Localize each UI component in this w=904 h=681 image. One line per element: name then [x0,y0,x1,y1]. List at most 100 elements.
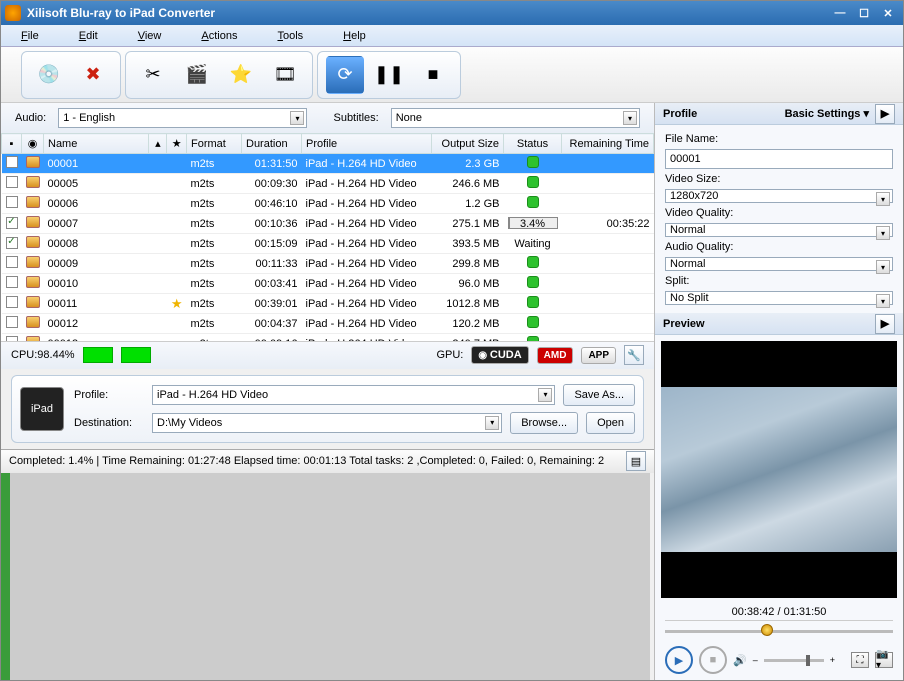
film-icon [26,296,40,308]
gpu-settings-button[interactable]: 🔧 [624,345,644,365]
col-star[interactable]: ★ [167,134,187,154]
pause-button[interactable]: ❚❚ [370,56,408,94]
log-button[interactable]: ▤ [626,451,646,471]
preview-seek-slider[interactable] [665,620,893,640]
preview-panel-title: Preview [663,318,705,330]
row-checkbox[interactable] [6,217,18,229]
volume-slider[interactable] [764,659,824,662]
destination-select[interactable]: D:\My Videos▾ [152,413,502,433]
table-row[interactable]: 00012m2ts00:04:37iPad - H.264 HD Video12… [2,314,654,334]
open-button[interactable]: Open [586,412,635,434]
stop-preview-button[interactable]: ■ [699,646,727,674]
split-select[interactable]: No Split▾ [665,291,893,305]
col-duration[interactable]: Duration [242,134,302,154]
volume-icon[interactable]: 🔊 [733,654,747,667]
load-disc-button[interactable]: 💿 [30,56,68,94]
video-quality-select[interactable]: Normal▾ [665,223,893,237]
star-icon: ★ [171,296,183,311]
cuda-badge: ◉ CUDA [471,346,528,364]
amd-badge: AMD [537,347,574,364]
status-text: Completed: 1.4% | Time Remaining: 01:27:… [9,455,604,467]
row-checkbox[interactable] [6,316,18,328]
menu-tools[interactable]: Tools [277,30,303,42]
save-as-button[interactable]: Save As... [563,384,635,406]
table-row[interactable]: 00007m2ts00:10:36iPad - H.264 HD Video27… [2,214,654,234]
film-icon [26,156,40,168]
preview-time: 00:38:42 / 01:31:50 [655,604,903,620]
audio-select[interactable]: 1 - English▾ [58,108,307,128]
table-row[interactable]: 00005m2ts00:09:30iPad - H.264 HD Video24… [2,174,654,194]
col-select-all[interactable]: ▪ [2,134,22,154]
destination-label: Destination: [74,417,144,429]
preview-expand-button[interactable]: ▶ [875,314,895,334]
file-name-label: File Name: [665,133,893,145]
subtitles-label: Subtitles: [333,112,382,124]
basic-settings-toggle[interactable]: Basic Settings ▾ [785,107,869,120]
overall-progress [1,473,650,681]
effects-button[interactable]: ⭐ [222,56,260,94]
snapshot-button[interactable]: 📷▾ [875,652,893,668]
row-checkbox[interactable] [6,276,18,288]
col-status[interactable]: Status [504,134,562,154]
table-row[interactable]: 00006m2ts00:46:10iPad - H.264 HD Video1.… [2,194,654,214]
table-row[interactable]: 00013m2ts00:09:16iPad - H.264 HD Video24… [2,334,654,341]
cut-button[interactable]: ✂ [134,56,172,94]
play-button[interactable]: ▶ [665,646,693,674]
app-badge: APP [581,347,616,364]
col-type[interactable]: ◉ [22,134,44,154]
audio-quality-label: Audio Quality: [665,241,893,253]
col-format[interactable]: Format [187,134,242,154]
row-checkbox[interactable] [6,296,18,308]
audio-quality-select[interactable]: Normal▾ [665,257,893,271]
file-name-input[interactable]: 00001 [665,149,893,169]
menu-file[interactable]: File [21,30,39,42]
split-label: Split: [665,275,893,287]
cpu-label: CPU:98.44% [11,349,75,361]
menu-edit[interactable]: Edit [79,30,98,42]
status-progress: 3.4% [508,217,558,229]
film-icon [26,276,40,288]
table-row[interactable]: 00010m2ts00:03:41iPad - H.264 HD Video96… [2,274,654,294]
ipad-icon: iPad [20,387,64,431]
row-checkbox[interactable] [6,256,18,268]
browse-button[interactable]: Browse... [510,412,578,434]
profile-expand-button[interactable]: ▶ [875,104,895,124]
table-row[interactable]: 00011★m2ts00:39:01iPad - H.264 HD Video1… [2,294,654,314]
row-checkbox[interactable] [6,156,18,168]
table-row[interactable]: 00009m2ts00:11:33iPad - H.264 HD Video29… [2,254,654,274]
col-name[interactable]: Name [44,134,149,154]
minimize-button[interactable]: — [829,4,851,22]
preview-video[interactable] [661,341,897,598]
fullscreen-button[interactable]: ⛶ [851,652,869,668]
status-ready-icon [527,196,539,208]
close-button[interactable]: ✕ [877,4,899,22]
row-checkbox[interactable] [6,196,18,208]
row-checkbox[interactable] [6,176,18,188]
maximize-button[interactable]: ☐ [853,4,875,22]
add-clip-button[interactable]: 🎞 [266,56,304,94]
menu-actions[interactable]: Actions [201,30,237,42]
col-sort[interactable]: ▴ [149,134,167,154]
menu-help[interactable]: Help [343,30,366,42]
row-checkbox[interactable] [6,237,18,249]
film-icon [26,176,40,188]
profile-select[interactable]: iPad - H.264 HD Video▾ [152,385,555,405]
video-size-select[interactable]: 1280x720▾ [665,189,893,203]
remove-button[interactable]: ✖ [74,56,112,94]
chevron-down-icon: ▾ [290,111,304,125]
col-output[interactable]: Output Size [432,134,504,154]
table-row[interactable]: 00008m2ts00:15:09iPad - H.264 HD Video39… [2,234,654,254]
table-row[interactable]: 00001m2ts01:31:50iPad - H.264 HD Video2.… [2,154,654,174]
col-profile[interactable]: Profile [302,134,432,154]
menu-view[interactable]: View [138,30,162,42]
status-ready-icon [527,176,539,188]
profile-panel-title: Profile [663,108,697,120]
audio-label: Audio: [15,112,50,124]
col-remaining[interactable]: Remaining Time [562,134,654,154]
subtitles-select[interactable]: None▾ [391,108,640,128]
stop-button[interactable]: ■ [414,56,452,94]
edit-video-button[interactable]: 🎬 [178,56,216,94]
convert-button[interactable]: ⟳ [326,56,364,94]
file-table[interactable]: ▪ ◉ Name ▴ ★ Format Duration Profile Out… [1,133,654,341]
cpu-bar-1 [83,347,113,363]
